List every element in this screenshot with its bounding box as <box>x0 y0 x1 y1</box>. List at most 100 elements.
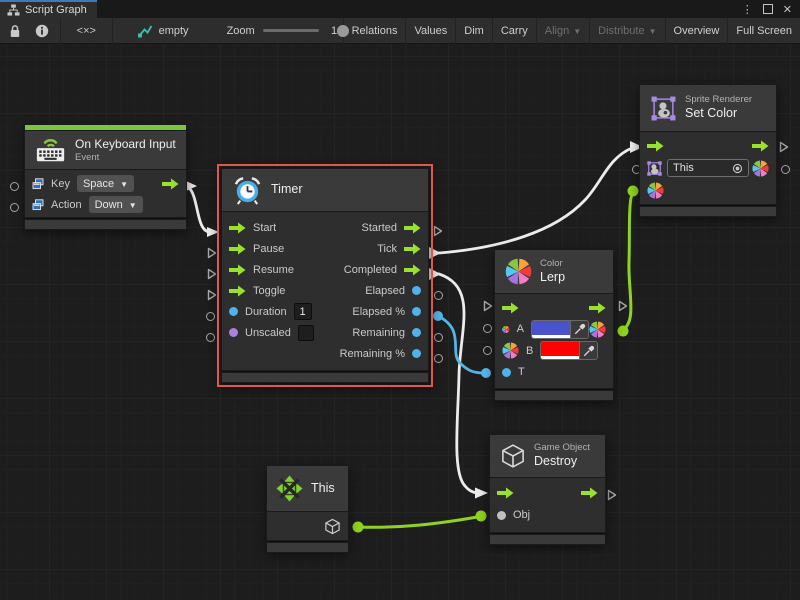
color-a-value[interactable] <box>532 321 570 338</box>
destroy-flow-in-arrow[interactable] <box>497 487 514 499</box>
unscaled-checkbox[interactable] <box>298 325 314 341</box>
node-on-keyboard-input[interactable]: On Keyboard Input Event Key Space ▼ <box>25 125 186 229</box>
timer-elapsed-dot[interactable] <box>412 286 421 295</box>
timer-pause-port[interactable] <box>207 247 217 259</box>
timer-resume-arrow[interactable] <box>229 264 246 276</box>
align-button[interactable]: Align▼ <box>537 18 589 44</box>
timer-unscaled-port[interactable] <box>206 333 215 342</box>
destroy-obj-in-port[interactable] <box>476 511 487 522</box>
timer-completed-port[interactable] <box>428 268 441 281</box>
fullscreen-button[interactable]: Full Screen <box>728 18 800 44</box>
timer-unscaled-dot[interactable] <box>229 328 238 337</box>
color-a-swatch[interactable] <box>531 320 589 339</box>
window-menu-icon[interactable]: ⋮ <box>742 3 753 16</box>
dim-button[interactable]: Dim <box>456 18 492 44</box>
zoom-slider-handle[interactable] <box>337 25 349 37</box>
zoom-slider[interactable] <box>263 29 319 32</box>
setcolor-result-icon[interactable] <box>752 160 769 177</box>
timer-pause-arrow[interactable] <box>229 243 246 255</box>
maximize-icon[interactable] <box>763 4 773 14</box>
timer-started-port[interactable] <box>433 225 443 237</box>
this-gameobject-port[interactable] <box>324 518 341 535</box>
lerp-color-out-port[interactable] <box>618 326 629 337</box>
eyedropper-button[interactable] <box>579 342 597 359</box>
lerp-t-dot[interactable] <box>502 368 511 377</box>
node-header: Color Lerp <box>495 250 613 294</box>
timer-tick-arrow[interactable] <box>404 243 421 255</box>
timer-elapsed-port[interactable] <box>434 291 443 300</box>
overview-button[interactable]: Overview <box>666 18 728 44</box>
lerp-b-port[interactable] <box>483 346 492 355</box>
tab-script-graph[interactable]: Script Graph <box>0 0 97 18</box>
destroy-obj-dot[interactable] <box>497 511 506 520</box>
port-row: Duration1 Elapsed % <box>222 301 428 322</box>
key-dropdown[interactable]: Space ▼ <box>77 175 134 192</box>
keyboard-action-port[interactable] <box>10 203 19 212</box>
wire-tick-to-setcolor[interactable] <box>439 148 632 253</box>
node-this[interactable]: This <box>267 466 348 552</box>
relations-button[interactable]: Relations <box>344 18 406 44</box>
duration-input[interactable]: 1 <box>294 303 312 320</box>
destroy-flow-out-port[interactable] <box>607 489 617 501</box>
timer-icon <box>232 175 263 206</box>
carry-button[interactable]: Carry <box>493 18 536 44</box>
timer-elapsed-pct-dot[interactable] <box>412 307 421 316</box>
graph-breadcrumb[interactable]: empty <box>129 18 197 44</box>
node-color-lerp[interactable]: Color Lerp A <box>495 250 613 400</box>
lerp-flow-in-port[interactable] <box>483 300 493 312</box>
timer-remaining-port[interactable] <box>434 333 443 342</box>
timer-toggle-port[interactable] <box>207 289 217 301</box>
color-b-swatch[interactable] <box>540 341 598 360</box>
timer-toggle-arrow[interactable] <box>229 285 246 297</box>
setcolor-color-in-port[interactable] <box>628 186 639 197</box>
eyedropper-button[interactable] <box>570 321 588 338</box>
wire-elapsedpct-to-lerp-t[interactable] <box>438 316 484 373</box>
lerp-t-port[interactable] <box>481 368 491 378</box>
tab-title: Script Graph <box>25 4 87 16</box>
lerp-flow-in-arrow[interactable] <box>502 302 519 314</box>
setcolor-flow-out-port[interactable] <box>779 141 789 153</box>
object-picker-icon[interactable] <box>732 163 743 174</box>
this-out-port[interactable] <box>353 522 364 533</box>
setcolor-flow-in-arrow[interactable] <box>647 140 664 152</box>
distribute-button[interactable]: Distribute▼ <box>590 18 664 44</box>
setcolor-flow-out-arrow[interactable] <box>752 140 769 152</box>
timer-duration-port[interactable] <box>206 312 215 321</box>
timer-remaining-pct-port[interactable] <box>434 354 443 363</box>
target-object-field[interactable]: This <box>667 159 749 177</box>
destroy-flow-out-arrow[interactable] <box>581 487 598 499</box>
variables-button[interactable]: <×> <box>69 18 104 44</box>
node-destroy[interactable]: Game Object Destroy Obj <box>490 435 605 544</box>
timer-duration-dot[interactable] <box>229 307 238 316</box>
values-button[interactable]: Values <box>406 18 455 44</box>
action-dropdown[interactable]: Down ▼ <box>89 196 143 213</box>
node-timer[interactable]: Timer Start Started Pause Tick Resume Co… <box>222 169 428 382</box>
keyboard-trigger-port[interactable] <box>162 178 179 190</box>
timer-resume-port[interactable] <box>207 268 217 280</box>
lerp-flow-out-port[interactable] <box>618 300 628 312</box>
timer-tick-port[interactable] <box>428 247 441 260</box>
chevron-down-icon: ▼ <box>649 27 657 36</box>
lerp-a-port[interactable] <box>483 324 492 333</box>
timer-started-arrow[interactable] <box>404 222 421 234</box>
inspect-button[interactable] <box>28 18 56 44</box>
setcolor-color-out-port[interactable] <box>781 165 790 174</box>
lerp-flow-out-arrow[interactable] <box>589 302 606 314</box>
close-icon[interactable]: ✕ <box>783 3 792 16</box>
node-set-color[interactable]: Sprite Renderer Set Color This <box>640 85 776 216</box>
color-b-value[interactable] <box>541 342 579 359</box>
lerp-result-icon[interactable] <box>589 321 606 338</box>
lock-button[interactable] <box>2 18 28 44</box>
timer-remaining-pct-dot[interactable] <box>412 349 421 358</box>
lock-icon <box>9 24 21 38</box>
wire-this-to-destroy-obj[interactable] <box>358 517 480 528</box>
color-type-icon <box>502 342 519 359</box>
wire-completed-to-destroy[interactable] <box>439 274 477 493</box>
timer-start-port[interactable] <box>229 222 246 234</box>
color-input-icon[interactable] <box>647 182 664 199</box>
timer-elapsed-pct-port[interactable] <box>433 311 443 321</box>
timer-completed-arrow[interactable] <box>404 264 421 276</box>
keyboard-key-port[interactable] <box>10 182 19 191</box>
wire-keyboard-to-timer-start[interactable] <box>184 186 210 232</box>
timer-remaining-dot[interactable] <box>412 328 421 337</box>
